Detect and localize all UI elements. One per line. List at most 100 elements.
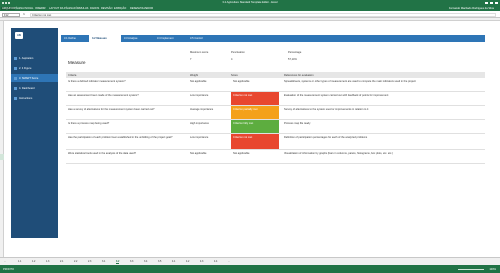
sheet-tab[interactable]: 2.2	[74, 260, 77, 263]
sheet-tab[interactable]: 4.1	[172, 260, 175, 263]
sheet-tab[interactable]: ...	[228, 260, 230, 263]
fx-icon[interactable]: fx	[23, 13, 25, 17]
tab-view[interactable]: EXIBIÇÃO	[114, 7, 126, 10]
name-box[interactable]: F12	[2, 12, 20, 17]
sidebar-item-label: 2. 4 Figure	[19, 66, 32, 70]
sheet-tab[interactable]: 1.2	[32, 260, 35, 263]
status-ready: PRONTO	[3, 267, 15, 271]
table-row[interactable]: Has a survey of alternatives for the mea…	[66, 106, 485, 120]
close-icon[interactable]	[495, 1, 498, 4]
sheet-tab[interactable]: 4.4	[214, 260, 217, 263]
criteria-cell: Is there a process map being used?	[68, 122, 110, 125]
col-criteria: Criteria	[68, 73, 77, 77]
bullet-icon	[14, 96, 17, 100]
step-nav: 3.1 Define 3.2 Measure 3.3 Analyse 3.4 I…	[61, 35, 485, 42]
weight-select[interactable]: High importance	[190, 122, 226, 126]
minimize-icon[interactable]	[485, 1, 488, 4]
col-score: Score	[231, 73, 238, 77]
tab-page-layout[interactable]: LAYOUT DA PÁGINA	[49, 7, 74, 10]
tab-control[interactable]: 3.5 Control	[187, 35, 220, 42]
weight-select[interactable]: Not applicable	[190, 80, 226, 84]
reference-cell: Evaluation of the measurement system car…	[284, 94, 389, 97]
tab-insert[interactable]: INSERIR	[35, 7, 46, 10]
maximize-icon[interactable]	[490, 1, 493, 4]
sidebar-item-dashboard[interactable]: 4. Dashboard	[11, 84, 58, 92]
sidebar-item-label: Instructions	[19, 96, 33, 100]
table-row[interactable]: Is there a process map being used? High i…	[66, 120, 485, 134]
sheet-tab[interactable]: 3.4	[144, 260, 147, 263]
reference-cell: Process map file ready	[284, 122, 311, 125]
zoom-level[interactable]: 100%	[489, 268, 496, 271]
score-select[interactable]: Not applicable	[231, 150, 279, 163]
app-logo: ASI	[15, 32, 23, 39]
sheet-tab[interactable]: 3.5	[158, 260, 161, 263]
sidebar-item-instructions[interactable]: Instructions	[11, 94, 58, 102]
sheet-tab[interactable]: 2.3	[88, 260, 91, 263]
reference-cell: Survey of alternatives to the system use…	[284, 108, 369, 111]
weight-select[interactable]: Low importance	[190, 136, 226, 140]
tab-data[interactable]: DADOS	[90, 7, 99, 10]
tab-implement[interactable]: 3.4 Implement	[154, 35, 187, 42]
criteria-cell: Were statistical tools used in the analy…	[68, 152, 137, 155]
table-row[interactable]: Has an assessment been made of the measu…	[66, 92, 485, 106]
sheet-tab[interactable]: 3.2	[116, 260, 120, 264]
sheet-tab[interactable]: 3.3	[130, 260, 133, 263]
formula-bar: F12 fx Criterion not met	[0, 11, 500, 18]
max-score-value: 7	[190, 58, 192, 61]
score-select[interactable]: Criterion not met	[231, 134, 279, 149]
reference-cell: Definition of participation percentages …	[284, 136, 368, 139]
status-bar: PRONTO 100%	[0, 265, 500, 273]
table-row[interactable]: Were statistical tools used in the analy…	[66, 150, 485, 164]
sidebar-item-figure[interactable]: 2. 4 Figure	[11, 64, 58, 72]
sheet-tab[interactable]: 4.2	[186, 260, 189, 263]
sheet-tab[interactable]: 3.1	[102, 260, 105, 263]
bullet-icon	[14, 86, 17, 90]
sheet-tab[interactable]: ...	[4, 260, 6, 263]
score-select[interactable]: Criterion partially met	[231, 106, 279, 119]
bullet-icon	[14, 56, 17, 60]
tab-developer[interactable]: DESENVOLVEDOR	[130, 7, 153, 10]
sidebar-nav: ASI 1. Aspiration 2. 4 Figure 3. SMART S…	[11, 28, 58, 238]
punctuation-value: 4	[231, 58, 233, 61]
sidebar-item-label: 4. Dashboard	[19, 86, 35, 90]
criteria-cell: Has an assessment been made of the measu…	[68, 94, 139, 97]
user-account[interactable]: Fernando Machado Rodrigues da Silva	[449, 7, 494, 10]
tab-file[interactable]: ARQUIVO	[1, 6, 15, 10]
score-select[interactable]: Not applicable	[231, 78, 279, 91]
sheet-tab[interactable]: 2.1	[60, 260, 63, 263]
bullet-icon	[14, 76, 17, 80]
criteria-cell: Is there a defined indicator measurement…	[68, 80, 126, 83]
max-score-label: Maximum score	[190, 51, 209, 54]
punctuation-label: Punctuation	[231, 51, 245, 54]
sidebar-item-smart-score[interactable]: 3. SMART Score	[11, 74, 58, 82]
window-title: 3.2 Agriculture Standard Template Editor…	[222, 1, 278, 4]
table-row[interactable]: Has the participation of each problem be…	[66, 134, 485, 150]
tab-formulas[interactable]: FÓRMULAS	[74, 7, 88, 10]
percentage-value: 57,14%	[288, 58, 297, 61]
weight-select[interactable]: Low importance	[190, 94, 226, 98]
zoom-slider[interactable]	[458, 268, 484, 270]
criteria-cell: Has the participation of each problem be…	[68, 136, 173, 139]
sidebar-item-label: 1. Aspiration	[19, 56, 34, 60]
weight-select[interactable]: Not applicable	[190, 152, 226, 156]
tab-analyse[interactable]: 3.3 Analyse	[121, 35, 154, 42]
weight-select[interactable]: Average importance	[190, 108, 226, 112]
col-weight: Weight	[190, 73, 199, 77]
formula-input[interactable]: Criterion not met	[30, 12, 496, 17]
table-row[interactable]: Is there a defined indicator measurement…	[66, 78, 485, 92]
page-title: Measure	[68, 60, 86, 65]
score-select[interactable]: Criterion fully met	[231, 120, 279, 133]
tab-review[interactable]: REVISÃO	[101, 7, 113, 10]
sheet-tab[interactable]: 4.3	[200, 260, 203, 263]
tab-home[interactable]: PÁGINA INICIAL	[14, 7, 33, 10]
sheet-tab[interactable]: 1.1	[18, 260, 21, 263]
tab-define[interactable]: 3.1 Define	[61, 35, 89, 42]
bullet-icon	[14, 66, 17, 70]
sidebar-item-aspiration[interactable]: 1. Aspiration	[11, 54, 58, 62]
tab-measure[interactable]: 3.2 Measure	[89, 35, 121, 42]
score-select[interactable]: Criterion not met	[231, 92, 279, 105]
reference-cell: Visualization of information by graphs (…	[284, 152, 393, 155]
sheet-tabs: ... 1.1 1.2 1.3 2.1 2.2 2.3 3.1 3.2 3.3 3.4 3.5 4.1 4…	[0, 257, 500, 265]
sheet-tab[interactable]: 1.3	[46, 260, 49, 263]
percentage-label: Percentage	[288, 51, 302, 54]
